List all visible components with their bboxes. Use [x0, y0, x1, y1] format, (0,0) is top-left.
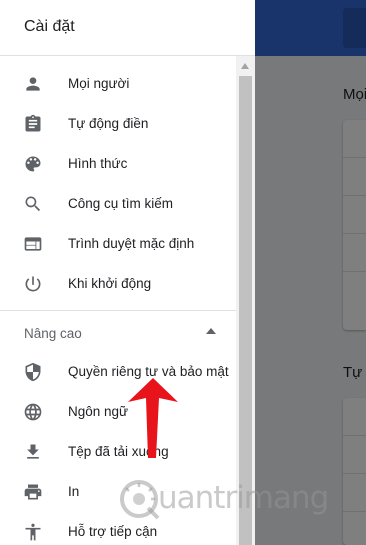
palette-icon [25, 156, 41, 172]
menu-item-on-startup[interactable]: Khi khởi động [0, 264, 236, 304]
settings-navigation-drawer: Cài đặt Mọi người Tự động điền Hình thức… [0, 0, 255, 545]
search-icon [25, 196, 41, 212]
menu-item-label: Ngôn ngữ [68, 404, 129, 419]
menu-item-label: Tự động điền [68, 116, 149, 131]
drawer-header: Cài đặt [0, 0, 255, 56]
menu-item-people[interactable]: Mọi người [0, 64, 236, 104]
menu-item-label: In [68, 484, 80, 499]
menu-item-label: Công cụ tìm kiếm [68, 196, 174, 211]
menu-item-languages[interactable]: Ngôn ngữ [0, 392, 236, 432]
shield-icon [25, 362, 41, 382]
menu-item-label: Hình thức [68, 156, 128, 171]
power-icon [25, 276, 41, 292]
person-icon [26, 77, 40, 91]
scroll-up-arrow-icon[interactable] [241, 63, 249, 69]
globe-icon [24, 403, 42, 421]
drawer-title: Cài đặt [24, 18, 75, 35]
menu-item-label: Hỗ trợ tiếp cận [68, 524, 158, 539]
red-annotation-arrow [128, 378, 178, 458]
menu-item-label: Quyền riêng tư và bảo mật [68, 364, 229, 379]
printer-icon [24, 484, 42, 500]
menu-item-downloads[interactable]: Tệp đã tải xuống [0, 432, 236, 472]
menu-item-autofill[interactable]: Tự động điền [0, 104, 236, 144]
menu-item-default-browser[interactable]: Trình duyệt mặc định [0, 224, 236, 264]
download-icon [27, 444, 39, 459]
menu-item-label: Trình duyệt mặc định [68, 236, 195, 251]
menu-item-search-engine[interactable]: Công cụ tìm kiếm [0, 184, 236, 224]
advanced-section-toggle[interactable]: Nâng cao [0, 312, 236, 352]
menu-divider [0, 310, 236, 311]
menu-item-label: Mọi người [68, 76, 130, 91]
menu-item-printing[interactable]: In [0, 472, 236, 512]
browser-window-icon [24, 237, 42, 251]
menu-item-privacy-security[interactable]: Quyền riêng tư và bảo mật [0, 352, 236, 392]
clipboard-icon [25, 114, 41, 132]
advanced-section-label: Nâng cao [24, 326, 82, 341]
caret-up-icon [206, 328, 216, 334]
drawer-scrim-overlay[interactable] [255, 0, 366, 545]
accessibility-icon [25, 523, 41, 541]
menu-item-label: Khi khởi động [68, 276, 152, 291]
menu-item-appearance[interactable]: Hình thức [0, 144, 236, 184]
drawer-scrollbar-thumb[interactable] [239, 76, 252, 545]
menu-item-accessibility[interactable]: Hỗ trợ tiếp cận [0, 512, 236, 545]
